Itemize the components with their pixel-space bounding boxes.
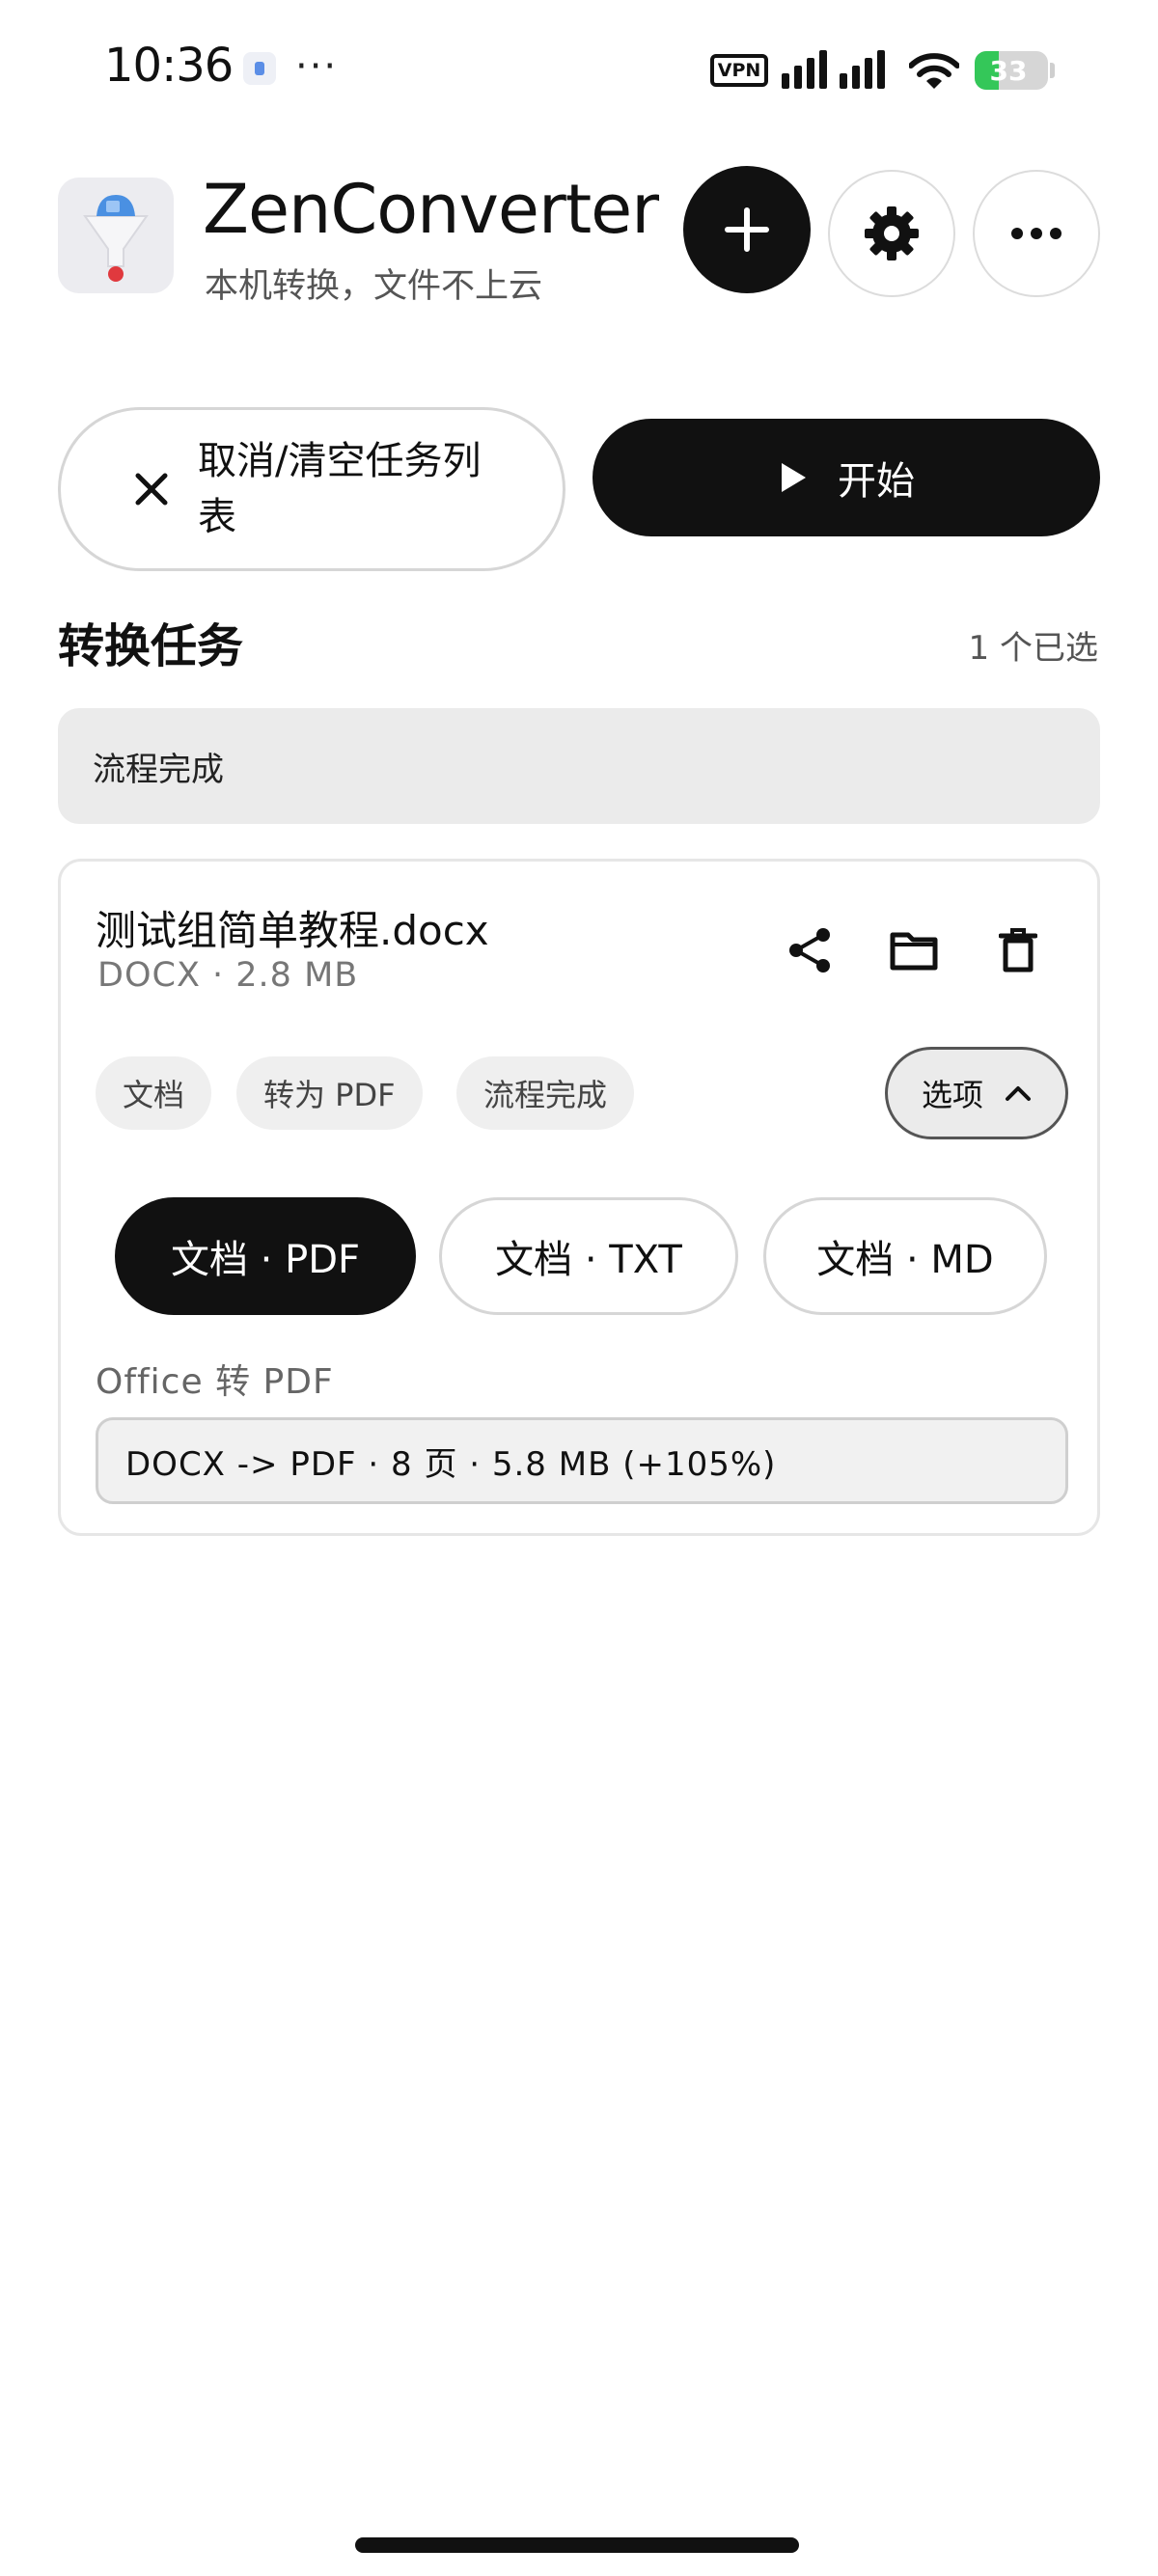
close-icon <box>135 473 168 506</box>
gear-icon <box>865 206 919 260</box>
battery-level: 33 <box>989 54 1028 87</box>
delete-button[interactable] <box>987 919 1049 981</box>
cancel-clear-button[interactable]: 取消/清空任务列表 <box>58 407 565 571</box>
action-chip: 转为 PDF <box>236 1056 423 1130</box>
settings-button[interactable] <box>828 170 955 297</box>
options-label: 选项 <box>921 1077 983 1113</box>
process-status-banner: 流程完成 <box>58 708 1100 824</box>
home-indicator[interactable] <box>355 2537 799 2553</box>
folder-icon <box>890 932 938 971</box>
conversion-result: DOCX -> PDF · 8 页 · 5.8 MB (+105%) <box>96 1417 1068 1504</box>
more-horizontal-icon <box>1011 228 1062 239</box>
format-option-md[interactable]: 文档 · MD <box>763 1197 1047 1315</box>
file-meta: DOCX · 2.8 MB <box>97 956 359 995</box>
share-button[interactable] <box>779 919 841 981</box>
options-button[interactable]: 选项 <box>885 1047 1068 1139</box>
screen: 10:36 ··· VPN 33 ZenConverter 本机转换，文件不上云 <box>0 0 1158 2576</box>
battery-tip <box>1050 63 1055 78</box>
signal-icon <box>782 50 885 89</box>
more-button[interactable] <box>973 170 1100 297</box>
delete-icon <box>999 928 1037 973</box>
plus-icon <box>725 207 769 252</box>
notification-app-icon <box>243 52 276 85</box>
cancel-clear-label: 取消/清空任务列表 <box>198 439 482 539</box>
add-file-button[interactable] <box>683 166 811 293</box>
battery-icon: 33 <box>975 51 1048 90</box>
section-title: 转换任务 <box>58 619 244 673</box>
app-title: ZenConverter <box>203 170 659 249</box>
chevron-up-icon <box>1006 1086 1031 1101</box>
share-icon <box>789 928 830 973</box>
start-button[interactable]: 开始 <box>593 419 1100 536</box>
play-icon <box>782 463 806 492</box>
selected-count: 1 个已选 <box>968 629 1098 668</box>
more-notifications-icon: ··· <box>295 44 339 89</box>
app-subtitle: 本机转换，文件不上云 <box>205 267 543 306</box>
status-chip: 流程完成 <box>456 1056 635 1130</box>
format-option-txt[interactable]: 文档 · TXT <box>439 1197 738 1315</box>
vpn-icon: VPN <box>710 54 768 87</box>
status-time: 10:36 <box>104 39 234 93</box>
category-chip: 文档 <box>96 1056 212 1130</box>
format-option-pdf[interactable]: 文档 · PDF <box>115 1197 416 1315</box>
wifi-icon <box>909 53 959 89</box>
funnel-icon <box>58 178 174 293</box>
converter-engine-label: Office 转 PDF <box>96 1362 334 1402</box>
task-card: 测试组简单教程.docx DOCX · 2.8 MB 文档 转为 PDF 流程完… <box>58 859 1100 1536</box>
open-folder-button[interactable] <box>883 919 945 981</box>
file-name: 测试组简单教程.docx <box>96 907 489 954</box>
start-label: 开始 <box>838 459 915 504</box>
